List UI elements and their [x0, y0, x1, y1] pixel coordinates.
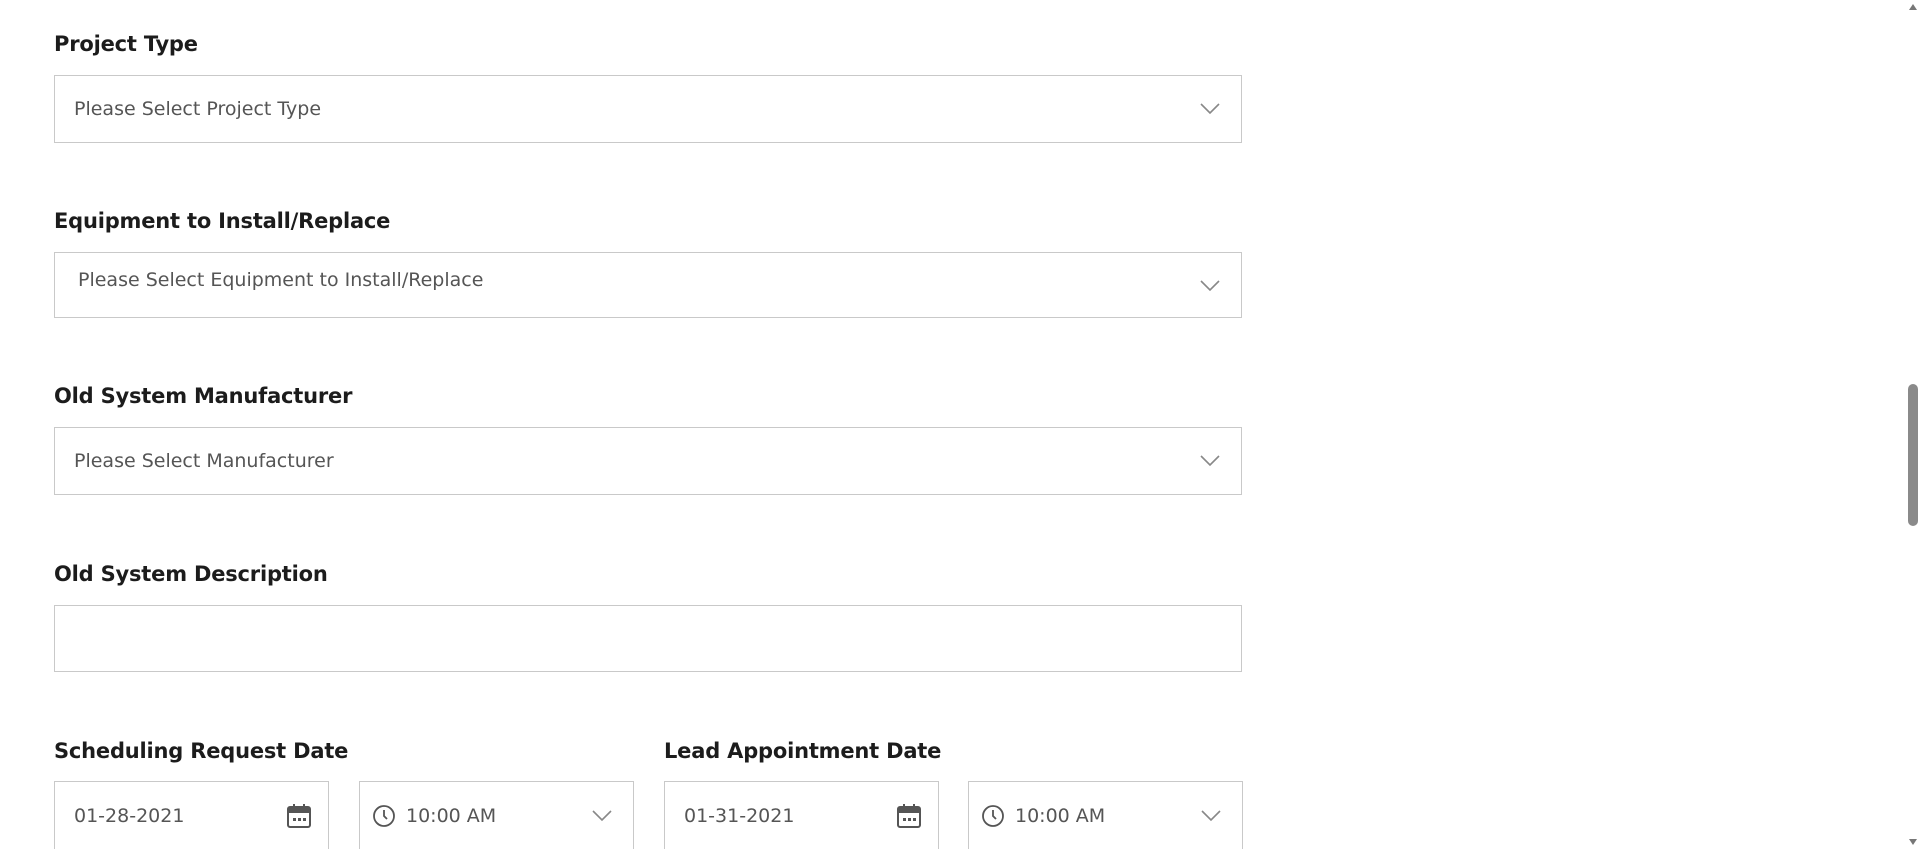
form-page: Project Type Please Select Project Type … — [0, 0, 1920, 849]
project-type-label: Project Type — [54, 32, 198, 56]
scrollbar-thumb[interactable] — [1908, 384, 1918, 526]
scheduling-time-value: 10:00 AM — [406, 804, 497, 827]
page-scrollbar[interactable] — [1906, 0, 1920, 849]
chevron-down-icon — [1200, 455, 1220, 467]
manufacturer-select[interactable]: Please Select Manufacturer — [54, 427, 1242, 495]
calendar-icon[interactable] — [286, 803, 312, 829]
manufacturer-label: Old System Manufacturer — [54, 384, 353, 408]
manufacturer-placeholder: Please Select Manufacturer — [74, 450, 334, 472]
equipment-placeholder: Please Select Equipment to Install/Repla… — [78, 269, 484, 291]
scheduling-date-value: 01-28-2021 — [74, 804, 185, 827]
description-label: Old System Description — [54, 562, 328, 586]
scroll-down-icon[interactable] — [1908, 837, 1918, 847]
project-type-select[interactable]: Please Select Project Type — [54, 75, 1242, 143]
calendar-icon[interactable] — [896, 803, 922, 829]
description-field[interactable] — [54, 605, 1242, 672]
clock-icon — [982, 804, 1004, 827]
chevron-down-icon — [1200, 103, 1220, 115]
scheduling-date-label: Scheduling Request Date — [54, 739, 349, 763]
scheduling-date-input[interactable]: 01-28-2021 — [54, 781, 329, 849]
project-type-placeholder: Please Select Project Type — [74, 98, 322, 120]
lead-appointment-time-value: 10:00 AM — [1015, 804, 1106, 827]
lead-appointment-date-value: 01-31-2021 — [684, 804, 795, 827]
chevron-down-icon — [1200, 280, 1220, 292]
scheduling-time-select[interactable]: 10:00 AM — [359, 781, 634, 849]
lead-appointment-time-select[interactable]: 10:00 AM — [968, 781, 1243, 849]
scroll-up-icon[interactable] — [1908, 2, 1918, 12]
lead-appointment-label: Lead Appointment Date — [664, 739, 942, 763]
lead-appointment-date-input[interactable]: 01-31-2021 — [664, 781, 939, 849]
chevron-down-icon — [1201, 809, 1221, 821]
equipment-select[interactable]: Please Select Equipment to Install/Repla… — [54, 252, 1242, 318]
equipment-label: Equipment to Install/Replace — [54, 209, 391, 233]
chevron-down-icon — [592, 809, 612, 821]
clock-icon — [373, 804, 395, 827]
